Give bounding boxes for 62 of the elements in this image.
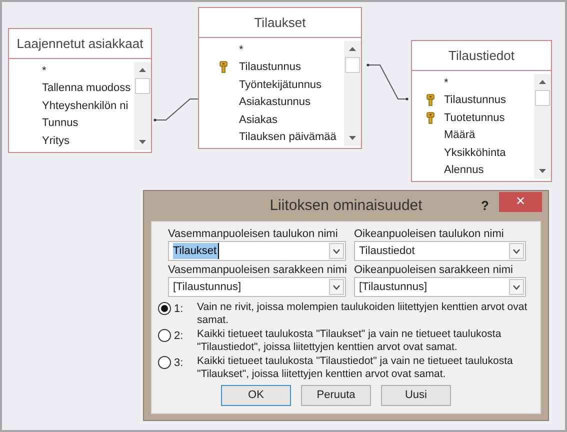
field-name[interactable]: Yksikköhinta	[444, 144, 506, 161]
option-number: 3:	[173, 356, 184, 371]
key-icon	[426, 94, 435, 106]
radio-button[interactable]	[158, 302, 171, 315]
field-name[interactable]: *	[239, 42, 244, 58]
dialog-button[interactable]: Peruuta	[301, 385, 371, 406]
field-name[interactable]: Tilauksen päivämää	[239, 129, 336, 146]
dialog-button[interactable]: Uusi	[381, 385, 451, 406]
field-label: Oikeanpuoleisen sarakkeen nimi	[354, 263, 514, 277]
close-button[interactable]: ×	[499, 192, 542, 212]
combo-box[interactable]: [Tilaustunnus]	[168, 277, 346, 297]
option-text: Vain ne rivit, joissa molempien taulukoiden liitettyjen kenttien arvot ovat samat.	[197, 301, 528, 327]
table-title: Laajennetut asiakkaat	[9, 29, 151, 59]
combo-box[interactable]: Tilaustiedot	[354, 241, 526, 261]
help-button[interactable]: ?	[481, 196, 489, 216]
scroll-down-icon[interactable]	[139, 140, 146, 144]
field-name[interactable]: Tuotetunnus	[444, 110, 505, 126]
join-line	[366, 64, 408, 100]
combo-box[interactable]: [Tilaustunnus]	[354, 277, 526, 297]
scroll-down-icon[interactable]	[539, 169, 546, 173]
field-name[interactable]: Asiakastunnus	[239, 94, 311, 110]
field-name[interactable]: Tunnus	[42, 115, 78, 132]
field-name[interactable]: Yritys	[42, 132, 70, 149]
table-window[interactable]: Laajennetut asiakkaat * Tallenna muodoss Yhteyshenkilön ni Tunnus Yritys	[8, 28, 152, 152]
option-number: 1:	[173, 302, 184, 317]
field-label: Vasemmanpuoleisen sarakkeen nimi	[168, 263, 346, 277]
scroll-thumb[interactable]	[135, 78, 150, 94]
option-text: Kaikki tietueet taulukosta "Tilaustiedot" ja vain ne tietueet taulukosta "Tilaukset", joissa liitettyjen kenttien arvot ovat samat.	[197, 355, 514, 381]
scrollbar[interactable]	[534, 74, 551, 179]
field-name[interactable]: Määrä	[444, 127, 476, 144]
field-name[interactable]: Tilaustunnus	[239, 59, 301, 76]
field-name[interactable]: Tallenna muodoss	[42, 80, 131, 96]
scroll-up-icon[interactable]	[539, 80, 546, 84]
scrollbar[interactable]	[344, 41, 361, 146]
field-name[interactable]: Tilaustunnus	[444, 92, 506, 108]
combo-box[interactable]: Tilaukset	[168, 241, 346, 261]
table-title: Tilaukset	[199, 8, 361, 38]
field-name[interactable]: Alennus	[444, 162, 484, 178]
scrollbar[interactable]	[134, 62, 151, 150]
scroll-up-icon[interactable]	[349, 47, 356, 51]
field-name[interactable]: *	[444, 74, 448, 91]
dialog-button[interactable]: OK	[221, 385, 291, 406]
key-icon	[426, 112, 435, 124]
option-number: 2:	[173, 329, 184, 344]
option-text: Kaikki tietueet taulukosta "Tilaukset" ja vain ne tietueet taulukosta "Tilaustiedot", joissa liitettyjen kenttien arvot ovat samat.	[197, 328, 502, 354]
dialog-title: Liitoksen ominaisuudet	[270, 196, 422, 216]
field-name[interactable]: Yhteyshenkilön ni	[42, 98, 128, 114]
field-name[interactable]: Työntekijätunnus	[239, 76, 322, 93]
field-name[interactable]: Asiakas	[239, 112, 278, 128]
field-label: Vasemmanpuoleisen taulukon nimi	[168, 227, 339, 241]
scroll-thumb[interactable]	[535, 90, 550, 106]
key-icon	[219, 61, 228, 74]
radio-button[interactable]	[158, 329, 171, 342]
radio-button[interactable]	[158, 356, 171, 369]
table-window[interactable]: Tilaukset * Tilaustunnus Työntekijätunnus Asiakastunnus Asiakas Tilauksen päivämää	[198, 7, 362, 149]
table-window[interactable]: Tilaustiedot * Tilaustunnus Tuotetunnus Määrä Yksikköhinta Alennus	[411, 40, 552, 182]
field-name[interactable]: *	[42, 62, 46, 79]
scroll-thumb[interactable]	[345, 57, 360, 73]
scroll-up-icon[interactable]	[139, 68, 146, 72]
field-label: Oikeanpuoleisen taulukon nimi	[354, 227, 505, 241]
table-title: Tilaustiedot	[412, 41, 551, 71]
scroll-down-icon[interactable]	[349, 136, 356, 140]
